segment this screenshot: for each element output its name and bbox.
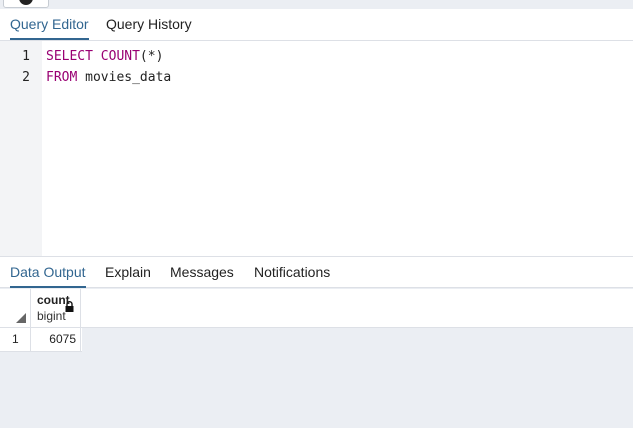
line-number-gutter: 1 2: [0, 41, 42, 256]
tab-query-editor[interactable]: Query Editor: [10, 9, 89, 40]
line-number: 2: [22, 70, 30, 85]
code-line[interactable]: FROM movies_data: [46, 70, 171, 85]
sql-editor[interactable]: 1 2 SELECT COUNT(*) FROM movies_data: [0, 41, 633, 256]
tab-query-history[interactable]: Query History: [106, 9, 192, 40]
corner-triangle-icon: [16, 313, 26, 323]
column-type: bigint: [37, 309, 66, 323]
code-line[interactable]: SELECT COUNT(*): [46, 49, 163, 64]
toolbar-button[interactable]: [3, 0, 49, 8]
tab-messages[interactable]: Messages: [170, 257, 234, 288]
select-all-corner[interactable]: [0, 289, 31, 328]
sql-text: (*): [139, 49, 164, 64]
lock-icon: [65, 301, 74, 312]
output-tab-bar: Data Output Explain Messages Notificatio…: [0, 256, 633, 288]
tab-notifications[interactable]: Notifications: [254, 257, 330, 288]
grid-header: count bigint: [0, 289, 633, 328]
sql-keyword: FROM: [46, 70, 78, 85]
table-row[interactable]: 1 6075: [0, 328, 82, 352]
line-number: 1: [22, 49, 30, 64]
row-number: 1: [0, 328, 31, 352]
tab-explain[interactable]: Explain: [105, 257, 151, 288]
result-grid: count bigint 1 6075: [0, 289, 633, 428]
sql-keyword: SELECT COUNT: [46, 49, 140, 64]
column-header[interactable]: count bigint: [31, 289, 81, 328]
tab-data-output[interactable]: Data Output: [10, 257, 86, 288]
editor-tab-bar: Query Editor Query History: [0, 9, 633, 41]
cell-count[interactable]: 6075: [31, 328, 81, 352]
main-toolbar: [0, 0, 633, 9]
execute-icon: [19, 0, 33, 5]
sql-text: movies_data: [77, 70, 172, 85]
